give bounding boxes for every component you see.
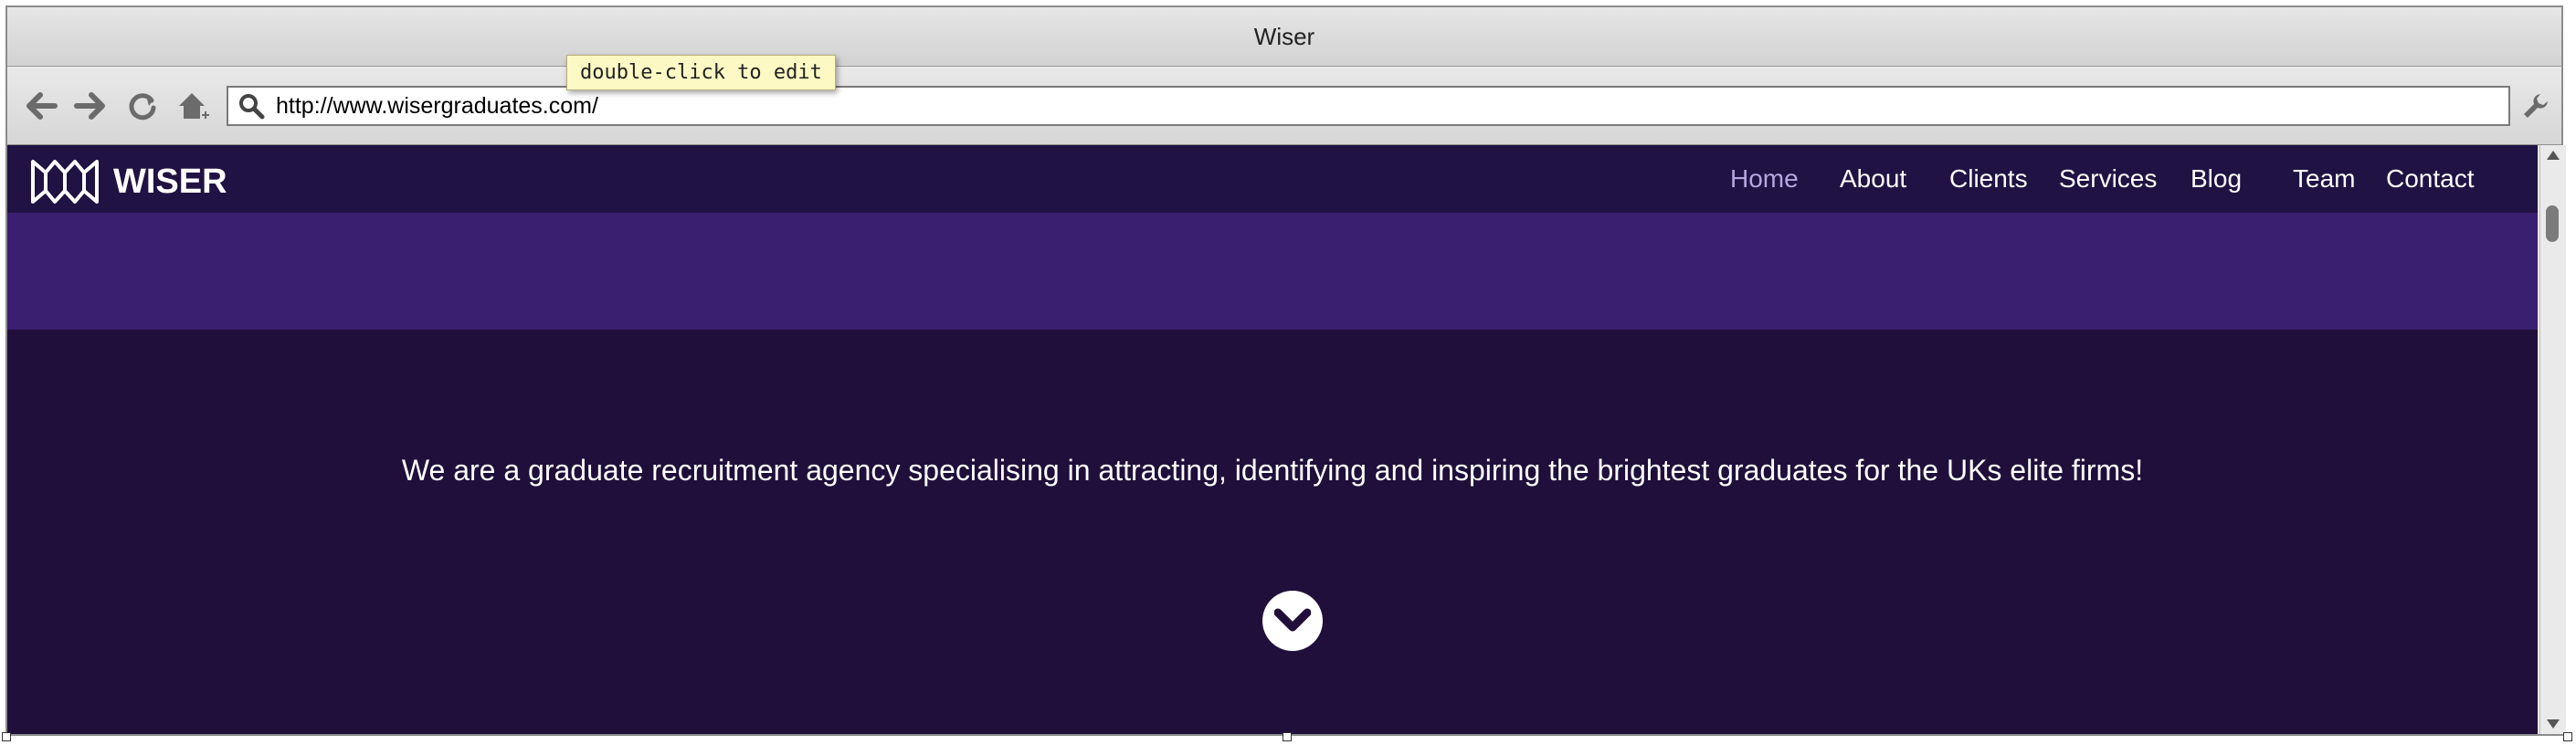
nav-contact[interactable]: Contact (2386, 164, 2475, 194)
site-logo[interactable]: WISER (29, 156, 227, 207)
site-navbar: WISER Home About Clients Services Blog T… (7, 145, 2538, 213)
logo-text: WISER (113, 162, 227, 201)
scroll-up-arrow-icon[interactable] (2547, 151, 2560, 160)
header-band (7, 213, 2538, 330)
nav-about[interactable]: About (1840, 164, 1906, 194)
vertical-scrollbar[interactable] (2539, 145, 2566, 734)
edit-tooltip: double-click to edit (566, 55, 836, 90)
resize-handle-left[interactable] (2, 732, 11, 741)
reload-icon[interactable] (122, 86, 163, 126)
back-arrow-icon[interactable] (22, 86, 62, 126)
search-icon (238, 92, 265, 120)
hero-section: We are a graduate recruitment agency spe… (7, 330, 2538, 734)
page-viewport: WISER Home About Clients Services Blog T… (7, 145, 2538, 734)
wrench-icon[interactable] (2516, 86, 2556, 126)
window-title: Wiser (1253, 22, 1315, 50)
nav-services[interactable]: Services (2059, 164, 2157, 194)
nav-team[interactable]: Team (2293, 164, 2355, 194)
nav-blog[interactable]: Blog (2191, 164, 2242, 194)
url-input[interactable] (274, 91, 2470, 121)
forward-arrow-icon[interactable] (69, 86, 110, 126)
nav-clients[interactable]: Clients (1949, 164, 2028, 194)
browser-toolbar (7, 68, 2561, 145)
scroll-thumb[interactable] (2546, 205, 2559, 242)
wiser-logo-icon (31, 160, 99, 204)
home-icon[interactable] (174, 86, 214, 126)
chevron-down-icon (1274, 608, 1311, 632)
url-bar[interactable] (227, 86, 2510, 126)
nav-home[interactable]: Home (1730, 164, 1799, 194)
scroll-down-arrow-icon[interactable] (2547, 719, 2560, 729)
hero-tagline: We are a graduate recruitment agency spe… (401, 454, 2144, 487)
title-bar: Wiser (7, 7, 2561, 67)
browser-window: Wiser double-click to edit (5, 5, 2566, 736)
resize-handle-bottom[interactable] (1283, 732, 1292, 741)
scroll-down-button[interactable] (1262, 591, 1323, 651)
resize-handle-right[interactable] (2563, 732, 2572, 741)
